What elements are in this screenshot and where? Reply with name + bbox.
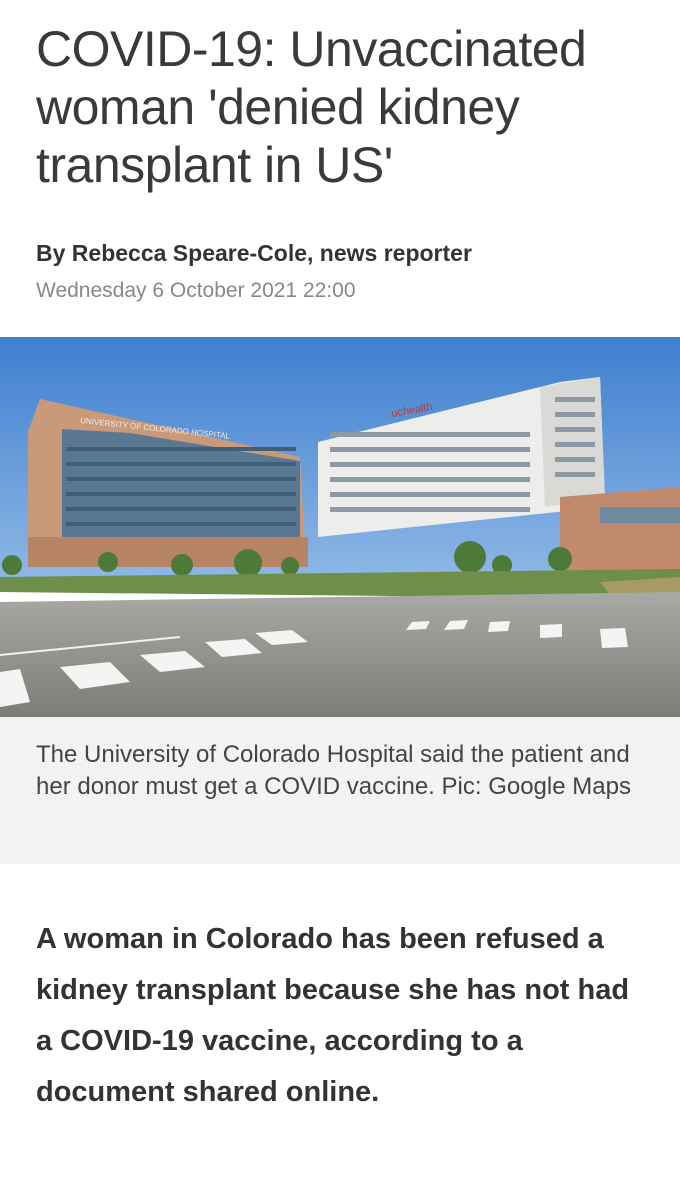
road [0, 592, 680, 717]
article-headline: COVID-19: Unvaccinated woman 'denied kid… [36, 21, 587, 193]
hospital-photo: UNIVERSITY OF COLORADO HOSPITAL uchealth [0, 337, 680, 717]
caption-box: The University of Colorado Hospital said… [0, 717, 680, 864]
publish-date: Wednesday 6 October 2021 22:00 [36, 279, 356, 302]
author-byline[interactable]: By Rebecca Speare-Cole, news reporter [36, 240, 644, 267]
article-lead: A woman in Colorado has been refused a k… [36, 923, 630, 1108]
image-caption: The University of Colorado Hospital said… [36, 741, 631, 800]
